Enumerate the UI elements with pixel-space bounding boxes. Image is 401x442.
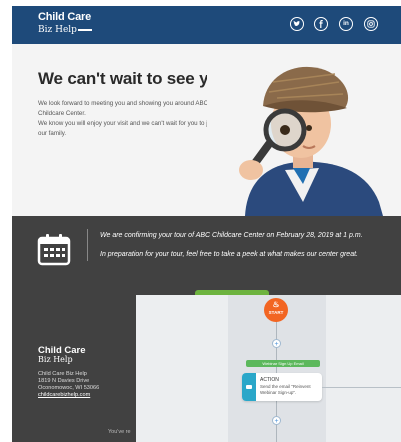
- branch-connector: [322, 387, 401, 388]
- hero-section: We can't wait to see you! We look forwar…: [12, 44, 401, 216]
- hero-paragraph-1: We look forward to meeting you and showi…: [38, 100, 209, 117]
- action-title: ACTION: [260, 377, 279, 383]
- footer-logo-line2: Biz Help: [38, 354, 73, 364]
- logo-line2: Biz Help: [38, 25, 77, 35]
- confirmation-text: We are confirming your tour of ABC Child…: [100, 230, 370, 268]
- instagram-icon[interactable]: [364, 17, 378, 31]
- start-label: START: [268, 310, 284, 315]
- footer-address: Child Care Biz Help 1819 N Davies Drive …: [38, 371, 99, 399]
- email-page: Child Care Biz Help in We can't wait to …: [12, 0, 401, 442]
- flame-icon: ♨: [272, 300, 280, 309]
- action-description: Send the email "Reinvent Webinar Sign-up…: [260, 384, 311, 395]
- website-link[interactable]: childcarebizhelp.com: [38, 392, 90, 398]
- logo-mark-icon: [77, 23, 92, 31]
- logo-line1: Child Care: [38, 11, 92, 23]
- email-icon: [242, 373, 256, 401]
- divider: [87, 229, 88, 261]
- add-step-icon[interactable]: +: [272, 416, 281, 425]
- address-city: Oconomowoc, WI 53066: [38, 385, 100, 391]
- action-node[interactable]: ACTION Send the email "Reinvent Webinar …: [242, 373, 322, 401]
- calendar-icon: [37, 234, 71, 266]
- confirmation-line-1: We are confirming your tour of ABC Child…: [100, 232, 363, 239]
- linkedin-icon[interactable]: in: [339, 17, 353, 31]
- add-step-icon[interactable]: +: [272, 339, 281, 348]
- start-node[interactable]: ♨ START: [264, 298, 288, 322]
- header-logo[interactable]: Child Care Biz Help: [38, 12, 92, 35]
- automation-flow-canvas[interactable]: ♨ START + Webinar Sign Up Email ACTION S…: [136, 295, 401, 442]
- hero-title: We can't wait to see you!: [38, 69, 235, 88]
- hero-text: We look forward to meeting you and showi…: [38, 99, 216, 139]
- twitter-icon[interactable]: [290, 17, 304, 31]
- boy-with-magnifier-image: [207, 52, 401, 216]
- facebook-icon[interactable]: [314, 17, 328, 31]
- trigger-tag[interactable]: Webinar Sign Up Email: [246, 360, 320, 367]
- address-name: Child Care Biz Help: [38, 371, 87, 377]
- footer-logo[interactable]: Child Care Biz Help: [38, 346, 86, 364]
- address-street: 1819 N Davies Drive: [38, 378, 90, 384]
- hero-paragraph-2: We know you will enjoy your visit and we…: [38, 120, 216, 137]
- footer-note: You've re: [108, 429, 131, 435]
- confirmation-line-2: In preparation for your tour, feel free …: [100, 251, 358, 258]
- header-bar: Child Care Biz Help in: [12, 6, 401, 44]
